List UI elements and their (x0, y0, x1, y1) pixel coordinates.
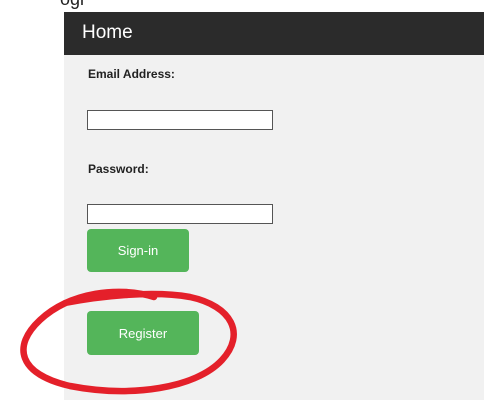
email-label: Email Address: (88, 67, 175, 81)
signin-button[interactable]: Sign-in (87, 229, 189, 272)
home-link[interactable]: Home (82, 22, 133, 44)
screenshot-stage: ogi Home Email Address: Password: Sign-i… (0, 0, 484, 400)
email-field[interactable] (87, 110, 273, 130)
top-navbar: Home (64, 12, 484, 55)
password-label: Password: (88, 162, 149, 176)
register-button[interactable]: Register (87, 311, 199, 355)
password-field[interactable] (87, 204, 273, 224)
page-title-fragment: ogi (0, 0, 484, 10)
page-title-text: ogi (60, 0, 84, 8)
login-panel: Home Email Address: Password: Sign-in Re… (64, 12, 484, 400)
